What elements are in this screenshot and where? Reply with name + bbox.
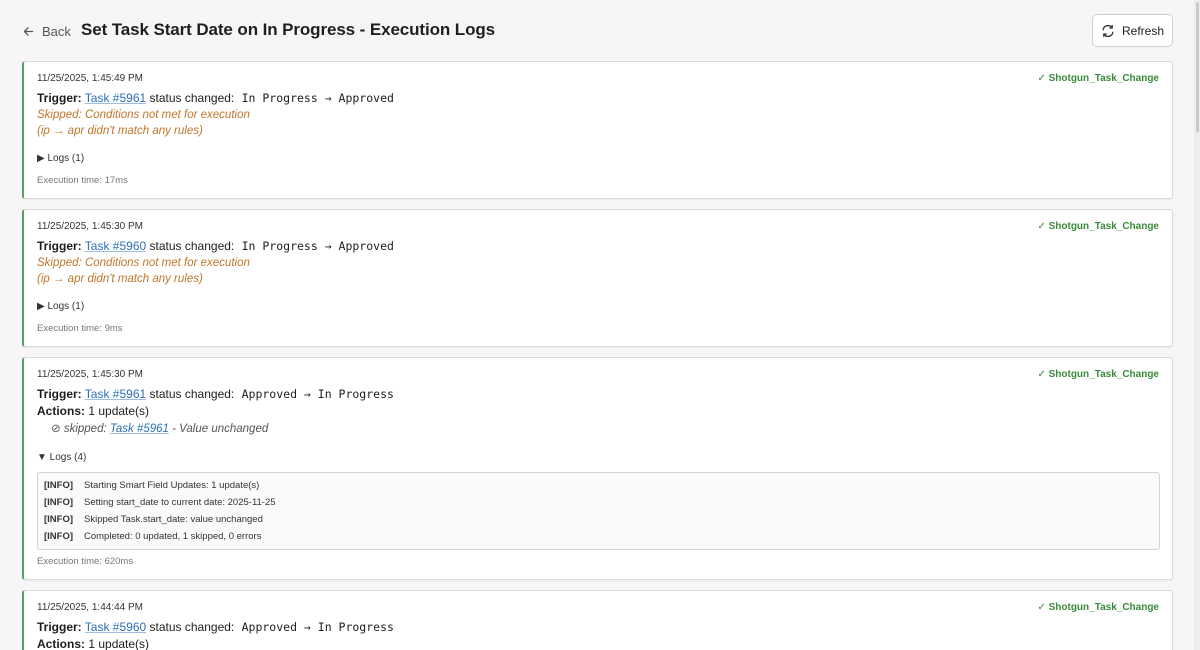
execution-time: Execution time: 620ms xyxy=(37,556,134,567)
log-message: Skipped Task.start_date: value unchanged xyxy=(84,514,263,525)
execution-log-card: 11/25/2025, 1:45:30 PM ✓ Shotgun_Task_Ch… xyxy=(22,357,1173,580)
logs-toggle[interactable]: ▶ Logs (1) xyxy=(37,301,84,312)
actions-label: Actions: xyxy=(37,404,85,418)
trigger-line: Trigger: Task #5960 status changed: In P… xyxy=(37,239,394,253)
status-transition: In Progress → Approved xyxy=(241,239,394,253)
execution-log-card: 11/25/2025, 1:44:44 PM ✓ Shotgun_Task_Ch… xyxy=(22,590,1173,650)
trigger-line: Trigger: Task #5961 status changed: Appr… xyxy=(37,387,394,401)
status-text: status changed: xyxy=(149,239,235,253)
refresh-icon xyxy=(1102,24,1114,37)
back-label: Back xyxy=(42,23,71,39)
actions-line: Actions: 1 update(s) xyxy=(37,404,149,418)
log-line: [INFO] Starting Smart Field Updates: 1 up… xyxy=(44,480,259,491)
actions-label: Actions: xyxy=(37,637,85,650)
execution-log-card: 11/25/2025, 1:45:30 PM ✓ Shotgun_Task_Ch… xyxy=(22,209,1173,347)
status-transition: Approved → In Progress xyxy=(241,387,394,401)
log-level: [INFO] xyxy=(44,514,74,525)
execution-time: Execution time: 9ms xyxy=(37,323,123,334)
status-text: status changed: xyxy=(149,91,235,105)
skipped-detail: (ip → apr didn't match any rules) xyxy=(37,273,203,285)
status-text: status changed: xyxy=(149,620,235,634)
timestamp: 11/25/2025, 1:44:44 PM xyxy=(37,602,144,613)
scrollbar-thumb[interactable] xyxy=(1196,2,1199,132)
arrow-left-icon xyxy=(23,26,34,36)
action-reason: - Value unchanged xyxy=(172,423,269,435)
action-task-link[interactable]: Task #5961 xyxy=(110,423,169,435)
log-line: [INFO] Setting start_date to current date… xyxy=(44,497,276,508)
status-transition: Approved → In Progress xyxy=(241,620,394,634)
action-detail: ⊘ skipped: Task #5961 - Value unchanged xyxy=(51,421,268,435)
source-badge: ✓ Shotgun_Task_Change xyxy=(1037,73,1159,84)
execution-time: Execution time: 17ms xyxy=(37,175,128,186)
action-skipped-label: ⊘ skipped: xyxy=(51,423,107,435)
actions-count: 1 update(s) xyxy=(88,637,150,650)
timestamp: 11/25/2025, 1:45:30 PM xyxy=(37,369,144,380)
log-message: Completed: 0 updated, 1 skipped, 0 error… xyxy=(84,531,262,542)
log-line: [INFO] Completed: 0 updated, 1 skipped, 0… xyxy=(44,531,261,542)
back-button[interactable]: Back xyxy=(22,22,71,40)
trigger-label: Trigger: xyxy=(37,387,82,401)
log-message: Setting start_date to current date: 2025… xyxy=(84,497,276,508)
source-badge: ✓ Shotgun_Task_Change xyxy=(1037,369,1159,380)
log-level: [INFO] xyxy=(44,480,74,491)
trigger-line: Trigger: Task #5961 status changed: In P… xyxy=(37,91,394,105)
skipped-reason: Skipped: Conditions not met for executio… xyxy=(37,109,250,121)
log-line: [INFO] Skipped Task.start_date: value unc… xyxy=(44,514,263,525)
refresh-button[interactable]: Refresh xyxy=(1092,14,1173,47)
log-message: Starting Smart Field Updates: 1 update(s… xyxy=(84,480,260,491)
refresh-label: Refresh xyxy=(1121,23,1165,38)
execution-log-card: 11/25/2025, 1:45:49 PM ✓ Shotgun_Task_Ch… xyxy=(22,61,1173,199)
task-link[interactable]: Task #5960 xyxy=(85,620,146,634)
trigger-line: Trigger: Task #5960 status changed: Appr… xyxy=(37,620,394,634)
task-link[interactable]: Task #5960 xyxy=(85,239,146,253)
skipped-detail: (ip → apr didn't match any rules) xyxy=(37,125,203,137)
actions-count: 1 update(s) xyxy=(88,404,150,418)
task-link[interactable]: Task #5961 xyxy=(85,91,146,105)
trigger-label: Trigger: xyxy=(37,620,82,634)
log-level: [INFO] xyxy=(44,497,74,508)
skipped-reason: Skipped: Conditions not met for executio… xyxy=(37,257,250,269)
source-badge: ✓ Shotgun_Task_Change xyxy=(1037,602,1159,613)
source-badge: ✓ Shotgun_Task_Change xyxy=(1037,221,1159,232)
task-link[interactable]: Task #5961 xyxy=(85,387,146,401)
actions-line: Actions: 1 update(s) xyxy=(37,637,149,650)
log-level: [INFO] xyxy=(44,531,74,542)
page-header: Back Set Task Start Date on In Progress … xyxy=(0,0,1200,60)
status-transition: In Progress → Approved xyxy=(241,91,394,105)
logs-toggle[interactable]: ▶ Logs (1) xyxy=(37,153,84,164)
log-output: [INFO] Starting Smart Field Updates: 1 up… xyxy=(37,472,1160,550)
trigger-label: Trigger: xyxy=(37,91,82,105)
logs-toggle[interactable]: ▼ Logs (4) xyxy=(37,452,86,463)
timestamp: 11/25/2025, 1:45:30 PM xyxy=(37,221,144,232)
timestamp: 11/25/2025, 1:45:49 PM xyxy=(37,73,144,84)
status-text: status changed: xyxy=(149,387,235,401)
trigger-label: Trigger: xyxy=(37,239,82,253)
page-title: Set Task Start Date on In Progress - Exe… xyxy=(81,20,496,39)
